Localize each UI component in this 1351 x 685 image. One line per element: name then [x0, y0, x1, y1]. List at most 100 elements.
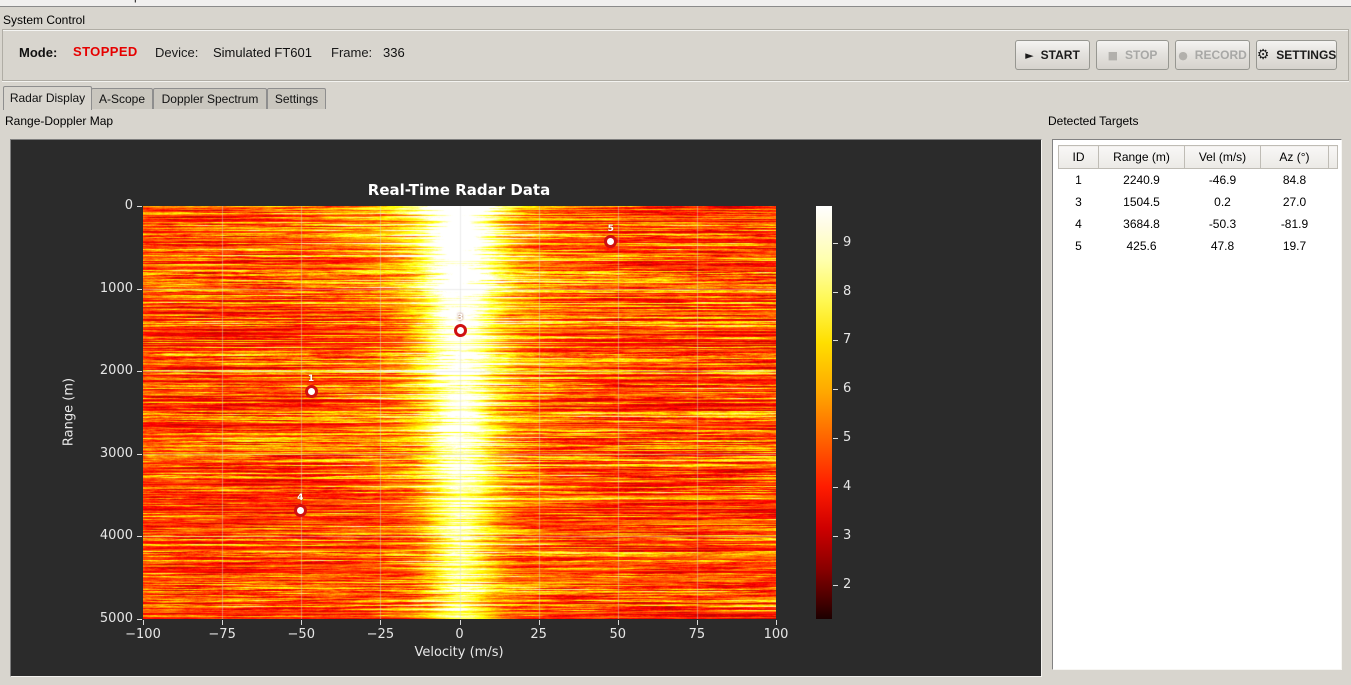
- main-tab-strip: Radar Display A-Scope Doppler Spectrum Sett…: [3, 86, 1343, 110]
- stop-button[interactable]: ■ STOP: [1096, 40, 1169, 70]
- x-tick-label: 25: [530, 627, 547, 642]
- targets-table-cell: 1504.5: [1123, 195, 1160, 209]
- targets-table-cell: 27.0: [1282, 195, 1307, 209]
- button-label: SETTINGS: [1276, 48, 1337, 62]
- mode-label: Mode:: [19, 45, 58, 60]
- target-marker: [453, 323, 467, 337]
- system-control-group-label: System Control: [3, 13, 86, 27]
- colorbar-tick-mark: [833, 438, 838, 440]
- targets-table-cell: 2240.9: [1123, 173, 1160, 187]
- colorbar-tick-label: 6: [843, 381, 852, 397]
- plot-title: Real-Time Radar Data: [367, 181, 551, 199]
- tab-radar-display[interactable]: Radar Display: [3, 86, 92, 110]
- x-tick-label: −75: [208, 627, 236, 642]
- targets-table-cell: 84.8: [1282, 173, 1307, 187]
- x-tick-mark: [301, 620, 303, 625]
- targets-column-header[interactable]: Vel (m/s): [1184, 145, 1261, 169]
- record-button[interactable]: ● RECORD: [1175, 40, 1250, 70]
- y-tick-label: 5000: [99, 611, 133, 626]
- menu-item-tools[interactable]: Tools: [74, 0, 102, 3]
- targets-table-row[interactable]: 5 425.6 47.8 19.7: [1059, 235, 1338, 257]
- button-label: STOP: [1124, 48, 1158, 62]
- targets-column-header-stub: [1328, 145, 1338, 169]
- targets-table-cell: 5: [1075, 239, 1082, 253]
- targets-table-cell-stub: [1329, 235, 1338, 257]
- x-axis-label: Velocity (m/s): [414, 645, 504, 660]
- targets-table-cell: -46.9: [1208, 173, 1237, 187]
- targets-column-header[interactable]: Az (°): [1260, 145, 1329, 169]
- start-button[interactable]: ► START: [1015, 40, 1090, 70]
- colorbar-tick-mark: [833, 389, 838, 391]
- target-marker: [604, 234, 618, 248]
- range-doppler-heatmap: [143, 206, 776, 619]
- targets-table-row[interactable]: 4 3684.8 -50.3 -81.9: [1059, 213, 1338, 235]
- colorbar-tick-label: 3: [843, 527, 852, 543]
- targets-column-header[interactable]: ID: [1058, 145, 1099, 169]
- x-tick-mark: [776, 620, 777, 625]
- tab-settings[interactable]: Settings: [267, 88, 326, 109]
- targets-table-cell: 3684.8: [1123, 217, 1160, 231]
- frame-counter-value: 336: [383, 45, 405, 60]
- colorbar-tick-label: 4: [843, 479, 852, 495]
- targets-column-header[interactable]: Range (m): [1098, 145, 1185, 169]
- targets-table-row[interactable]: 1 2240.9 -46.9 84.8: [1059, 169, 1338, 192]
- menu-item-file[interactable]: File: [6, 0, 25, 3]
- colorbar-tick-mark: [833, 242, 838, 244]
- targets-table-cell: 3: [1075, 195, 1082, 209]
- radar-app-window: { "menu": { "items": ["File", "View", "T…: [0, 0, 1351, 685]
- target-marker-label: 1: [307, 374, 315, 385]
- frame-label: Frame:: [331, 45, 373, 60]
- target-marker-label: 4: [297, 493, 304, 504]
- mode-status-value: STOPPED: [73, 44, 138, 59]
- menu-item-view[interactable]: View: [36, 0, 62, 3]
- target-marker-label: 3: [456, 313, 464, 324]
- y-tick-mark: [137, 453, 142, 455]
- x-tick-mark: [459, 620, 461, 625]
- tab-a-scope[interactable]: A-Scope: [91, 88, 153, 109]
- gear-icon: ⚙: [1256, 47, 1270, 63]
- targets-table-cell: 0.2: [1214, 195, 1231, 209]
- play-icon: ►: [1025, 48, 1034, 62]
- y-tick-label: 2000: [99, 363, 133, 379]
- x-tick-label: 50: [609, 627, 627, 642]
- y-tick-mark: [137, 619, 142, 620]
- device-label: Device:: [155, 45, 199, 60]
- x-tick-mark: [538, 620, 540, 625]
- x-tick-label: −25: [366, 627, 395, 642]
- detected-targets-table: ID Range (m) Vel (m/s) Az (°) 1 2240.9 -46.9 84…: [1058, 145, 1338, 257]
- y-tick-label: 1000: [99, 280, 133, 296]
- tab-doppler-spectrum[interactable]: Doppler Spectrum: [153, 88, 267, 109]
- x-tick-mark: [143, 620, 144, 625]
- record-icon: ●: [1178, 48, 1188, 62]
- x-tick-label: 75: [688, 627, 706, 642]
- x-tick-mark: [696, 620, 698, 625]
- target-marker-label: 5: [607, 224, 614, 235]
- colorbar: [816, 206, 832, 619]
- targets-table-cell: 19.7: [1282, 239, 1307, 253]
- colorbar-tick-label: 9: [843, 234, 852, 250]
- y-tick-mark: [137, 536, 142, 538]
- colorbar-tick-mark: [833, 487, 838, 489]
- stop-icon: ■: [1107, 48, 1118, 62]
- range-doppler-map-group-label: Range-Doppler Map: [5, 114, 114, 128]
- targets-table-cell: 1: [1075, 173, 1082, 187]
- x-tick-label: −50: [287, 627, 315, 642]
- menu-bar: File View Tools Help: [0, 0, 1351, 7]
- range-doppler-plot-panel: Real-Time Radar Data Range (m) Velocity …: [10, 139, 1042, 677]
- menu-item-help[interactable]: Help: [116, 0, 141, 3]
- y-tick-label: 3000: [99, 445, 133, 461]
- y-tick-label: 4000: [99, 528, 133, 544]
- colorbar-tick-label: 5: [843, 430, 852, 446]
- x-tick-label: 0: [455, 627, 464, 642]
- colorbar-tick-mark: [833, 584, 838, 586]
- targets-table-row[interactable]: 3 1504.5 0.2 27.0: [1059, 191, 1338, 213]
- targets-header-row: ID Range (m) Vel (m/s) Az (°): [1058, 145, 1338, 169]
- colorbar-tick-label: 8: [843, 283, 852, 299]
- colorbar-tick-label: 7: [843, 332, 852, 348]
- targets-table-cell: 4: [1075, 217, 1082, 231]
- y-tick-label: 0: [124, 198, 133, 213]
- colorbar-tick-mark: [833, 291, 838, 293]
- system-control-group: Mode: STOPPED Device: Simulated FT601 Fr…: [2, 29, 1349, 81]
- settings-button[interactable]: ⚙ SETTINGS: [1256, 40, 1337, 70]
- targets-table-cell: 425.6: [1126, 239, 1157, 253]
